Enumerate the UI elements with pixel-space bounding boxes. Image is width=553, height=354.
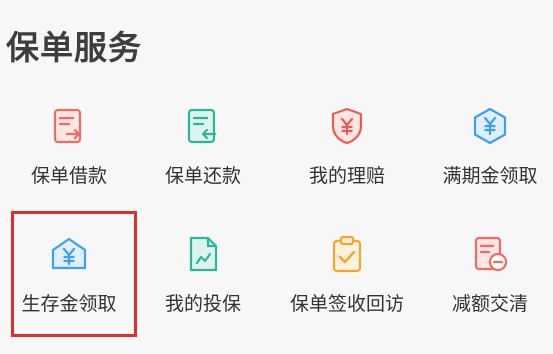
service-maturity-benefit[interactable]: 满期金领取	[421, 92, 553, 202]
loan-document-icon	[53, 108, 82, 144]
service-label: 我的投保	[164, 293, 241, 315]
survival-envelope-yen-icon	[51, 237, 87, 270]
service-policy-loan[interactable]: 保单借款	[0, 92, 138, 202]
section-title: 保单服务	[6, 28, 142, 67]
service-label: 保单签收回访	[289, 293, 404, 315]
service-my-application[interactable]: 我的投保	[134, 220, 272, 330]
reduced-paid-up-document-icon	[474, 236, 508, 272]
claim-shield-yen-icon	[331, 107, 363, 145]
service-label: 保单还款	[164, 165, 241, 187]
maturity-hexagon-yen-icon	[473, 107, 507, 145]
service-survival-benefit[interactable]: 生存金领取	[0, 220, 138, 330]
service-label: 减额交清	[451, 293, 528, 315]
service-my-claims[interactable]: 我的理赔	[278, 92, 416, 202]
receipt-clipboard-check-icon	[332, 235, 362, 273]
repay-document-icon	[187, 108, 217, 144]
my-application-document-icon	[189, 236, 218, 272]
service-policy-repayment[interactable]: 保单还款	[134, 92, 272, 202]
service-label: 满期金领取	[442, 165, 538, 187]
service-label: 保单借款	[30, 165, 107, 187]
service-reduced-paid-up[interactable]: 减额交清	[421, 220, 553, 330]
service-receipt-follow-up[interactable]: 保单签收回访	[278, 220, 416, 330]
service-grid: 保单借款 保单还款 我的理赔 满期金领取 生存金领取 我的投保 保单签收回访 减…	[0, 92, 553, 354]
service-label: 我的理赔	[308, 165, 385, 187]
service-label: 生存金领取	[21, 293, 117, 315]
